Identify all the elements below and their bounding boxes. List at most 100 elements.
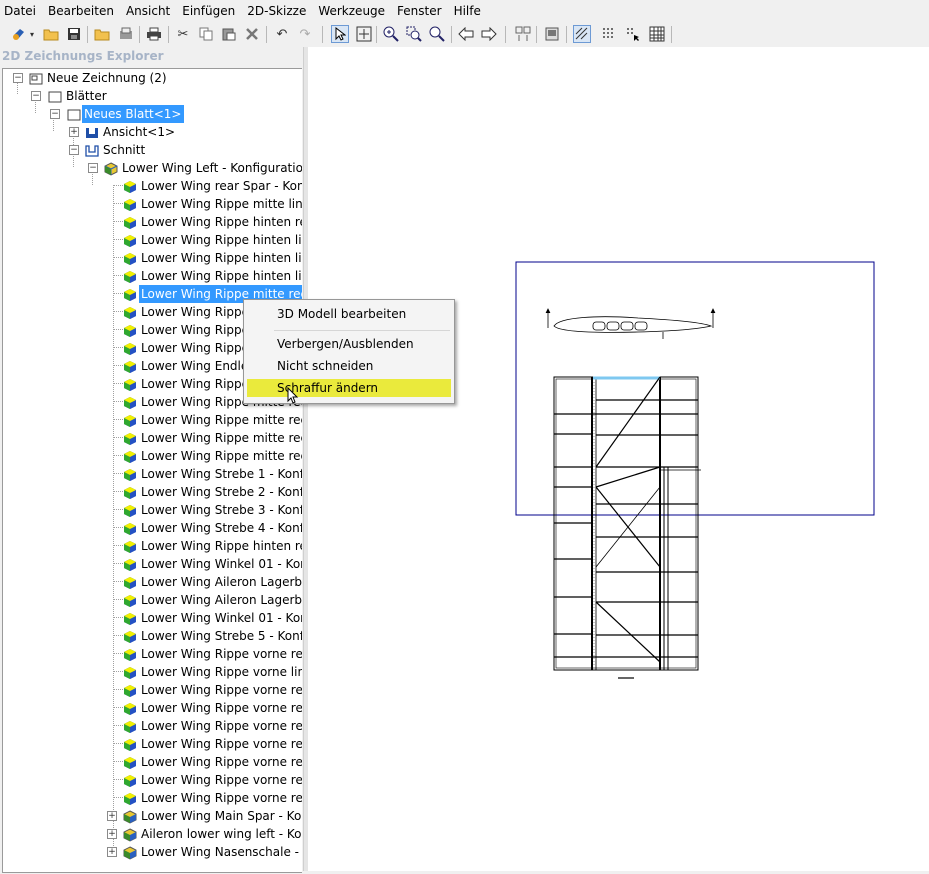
- tree-item-part[interactable]: Lower Wing Strebe 3 - Konfigura: [139, 501, 302, 519]
- tree-item-part[interactable]: Lower Wing Rippe mitte links - K: [139, 195, 302, 213]
- tree-item-sheet-selected[interactable]: Neues Blatt<1>: [82, 105, 184, 123]
- menu-item-edit-3d-model[interactable]: 3D Modell bearbeiten: [277, 305, 406, 323]
- menu-bar: Datei Bearbeiten Ansicht Einfügen 2D-Ski…: [0, 0, 929, 22]
- title-block-mark: [618, 677, 634, 679]
- tree-item-root[interactable]: Neue Zeichnung (2): [45, 69, 169, 87]
- table-icon[interactable]: [648, 25, 666, 43]
- redo-icon[interactable]: ↷: [296, 25, 314, 43]
- select-pointer-icon[interactable]: [331, 25, 349, 43]
- menu-werkzeuge[interactable]: Werkzeuge: [313, 0, 392, 22]
- tree-item-part[interactable]: Lower Wing Rippe vorne rechts: [139, 735, 302, 753]
- expand-toggle-view[interactable]: +: [69, 127, 79, 137]
- open-folder-icon[interactable]: [42, 25, 60, 43]
- part-icon: [123, 414, 137, 428]
- collapse-toggle-section[interactable]: −: [69, 145, 79, 155]
- section-view-icon: [85, 144, 99, 158]
- tree-item-part[interactable]: Lower Wing Rippe mitte rechts -: [139, 429, 302, 447]
- part-icon: [123, 468, 137, 482]
- tree-item-part[interactable]: Lower Wing Rippe hinten links -: [139, 267, 302, 285]
- tree-item-part[interactable]: Lower Wing Rippe vorne rechts: [139, 753, 302, 771]
- part-icon: [123, 522, 137, 536]
- open-folder-2-icon[interactable]: [93, 25, 111, 43]
- menu-fenster[interactable]: Fenster: [392, 0, 449, 22]
- delete-icon[interactable]: [243, 25, 261, 43]
- tree-item-part[interactable]: Lower Wing Rippe mitte rechts -: [139, 447, 302, 465]
- dropdown-arrow-icon[interactable]: ▾: [28, 25, 36, 43]
- tree-item-part[interactable]: Lower Wing Aileron Lagerbuchse: [139, 573, 302, 591]
- tree-item-subassembly[interactable]: Lower Wing Nasenschale - Konf: [139, 843, 302, 861]
- drawing-canvas[interactable]: [308, 47, 929, 871]
- tree-item-part[interactable]: Lower Wing Strebe 5 - Konfigura: [139, 627, 302, 645]
- explorer-title: 2D Zeichnungs Explorer: [2, 49, 164, 63]
- zoom-fit-icon[interactable]: [428, 25, 446, 43]
- part-icon: [123, 576, 137, 590]
- tree-item-assembly[interactable]: Lower Wing Left - Konfiguration<1>: [120, 159, 302, 177]
- part-icon: [123, 756, 137, 770]
- save-icon[interactable]: [65, 25, 83, 43]
- tree-item-part[interactable]: Lower Wing Rippe vorne rechts: [139, 771, 302, 789]
- explorer-tree[interactable]: − Neue Zeichnung (2) − Blätter − Neues B…: [2, 68, 302, 873]
- move-icon[interactable]: [355, 25, 373, 43]
- collapse-toggle-root[interactable]: −: [13, 73, 23, 83]
- zoom-in-icon[interactable]: [382, 25, 400, 43]
- tree-item-part[interactable]: Lower Wing Winkel 01 - Konfigur: [139, 555, 302, 573]
- tree-item-part[interactable]: Lower Wing Rippe vorne rechts: [139, 681, 302, 699]
- arrow-right-icon[interactable]: [480, 25, 498, 43]
- part-icon: [123, 234, 137, 248]
- tree-item-part[interactable]: Lower Wing rear Spar - Konfigura: [139, 177, 302, 195]
- snap-grid-icon[interactable]: [624, 25, 642, 43]
- menu-datei[interactable]: Datei: [0, 0, 43, 22]
- menu-item-hide-show[interactable]: Verbergen/Ausblenden: [277, 335, 414, 353]
- menu-2d-skizze[interactable]: 2D-Skizze: [242, 0, 313, 22]
- toolbar: ▾ ✂ ↶ ↷: [0, 22, 929, 48]
- arrow-left-icon[interactable]: [457, 25, 475, 43]
- menu-bearbeiten[interactable]: Bearbeiten: [43, 0, 121, 22]
- paste-icon[interactable]: [220, 25, 238, 43]
- collapse-toggle-assembly[interactable]: −: [88, 163, 98, 173]
- sheet-icon[interactable]: [543, 25, 561, 43]
- tree-item-part[interactable]: Lower Wing Rippe hinten rechts: [139, 213, 302, 231]
- part-icon: [123, 558, 137, 572]
- tree-item-part[interactable]: Lower Wing Rippe vorne rechts: [139, 717, 302, 735]
- tree-item-part[interactable]: Lower Wing Strebe 2 - Konfigura: [139, 483, 302, 501]
- menu-hilfe[interactable]: Hilfe: [449, 0, 488, 22]
- cut-icon[interactable]: ✂: [174, 25, 192, 43]
- tree-item-part[interactable]: Lower Wing Rippe vorne rechts: [139, 699, 302, 717]
- expand-toggle-subassembly[interactable]: +: [107, 811, 117, 821]
- tree-item-part[interactable]: Lower Wing Rippe hinten links s: [139, 231, 302, 249]
- tree-item-part[interactable]: Lower Wing Rippe vorne links -: [139, 663, 302, 681]
- zoom-window-icon[interactable]: [405, 25, 423, 43]
- collapse-toggle-sheet[interactable]: −: [50, 109, 60, 119]
- tree-item-section[interactable]: Schnitt: [101, 141, 147, 159]
- collapse-toggle-sheets[interactable]: −: [31, 91, 41, 101]
- drawing-sheet-svg: [515, 261, 875, 679]
- assembly-icon: [104, 162, 118, 176]
- export-icon[interactable]: [117, 25, 135, 43]
- menu-einfuegen[interactable]: Einfügen: [177, 0, 242, 22]
- tree-item-part[interactable]: Lower Wing Winkel 01 - Konfigur: [139, 609, 302, 627]
- tree-item-view[interactable]: Ansicht<1>: [101, 123, 177, 141]
- print-icon[interactable]: [145, 25, 163, 43]
- copy-icon[interactable]: [197, 25, 215, 43]
- tree-item-part[interactable]: Lower Wing Rippe mitte rechts -: [139, 411, 302, 429]
- grid-icon[interactable]: [600, 25, 618, 43]
- menu-ansicht[interactable]: Ansicht: [121, 0, 177, 22]
- tree-item-part[interactable]: Lower Wing Rippe hinten links -: [139, 249, 302, 267]
- tree-item-sheets[interactable]: Blätter: [64, 87, 109, 105]
- tree-item-part[interactable]: Lower Wing Rippe hinten rechts: [139, 537, 302, 555]
- tree-item-part[interactable]: Lower Wing Rippe vorne rechts: [139, 645, 302, 663]
- menu-item-no-cut[interactable]: Nicht schneiden: [277, 357, 373, 375]
- tree-item-part[interactable]: Lower Wing Rippe vorne rechts: [139, 789, 302, 807]
- tree-item-part[interactable]: Lower Wing Aileron Lagerbuchse: [139, 591, 302, 609]
- expand-toggle-subassembly[interactable]: +: [107, 829, 117, 839]
- expand-toggle-subassembly[interactable]: +: [107, 847, 117, 857]
- new-drawing-icon[interactable]: [10, 25, 28, 43]
- tree-item-subassembly[interactable]: Lower Wing Main Spar - Konfigu: [139, 807, 302, 825]
- tree-item-part[interactable]: Lower Wing Strebe 1 - Konfigura: [139, 465, 302, 483]
- tree-item-subassembly[interactable]: Aileron lower wing left - Konfigur: [139, 825, 302, 843]
- hatch-toggle-icon[interactable]: [573, 25, 591, 43]
- undo-icon[interactable]: ↶: [273, 25, 291, 43]
- part-icon: [123, 540, 137, 554]
- view-layout-icon[interactable]: [514, 25, 532, 43]
- tree-item-part[interactable]: Lower Wing Strebe 4 - Konfigura: [139, 519, 302, 537]
